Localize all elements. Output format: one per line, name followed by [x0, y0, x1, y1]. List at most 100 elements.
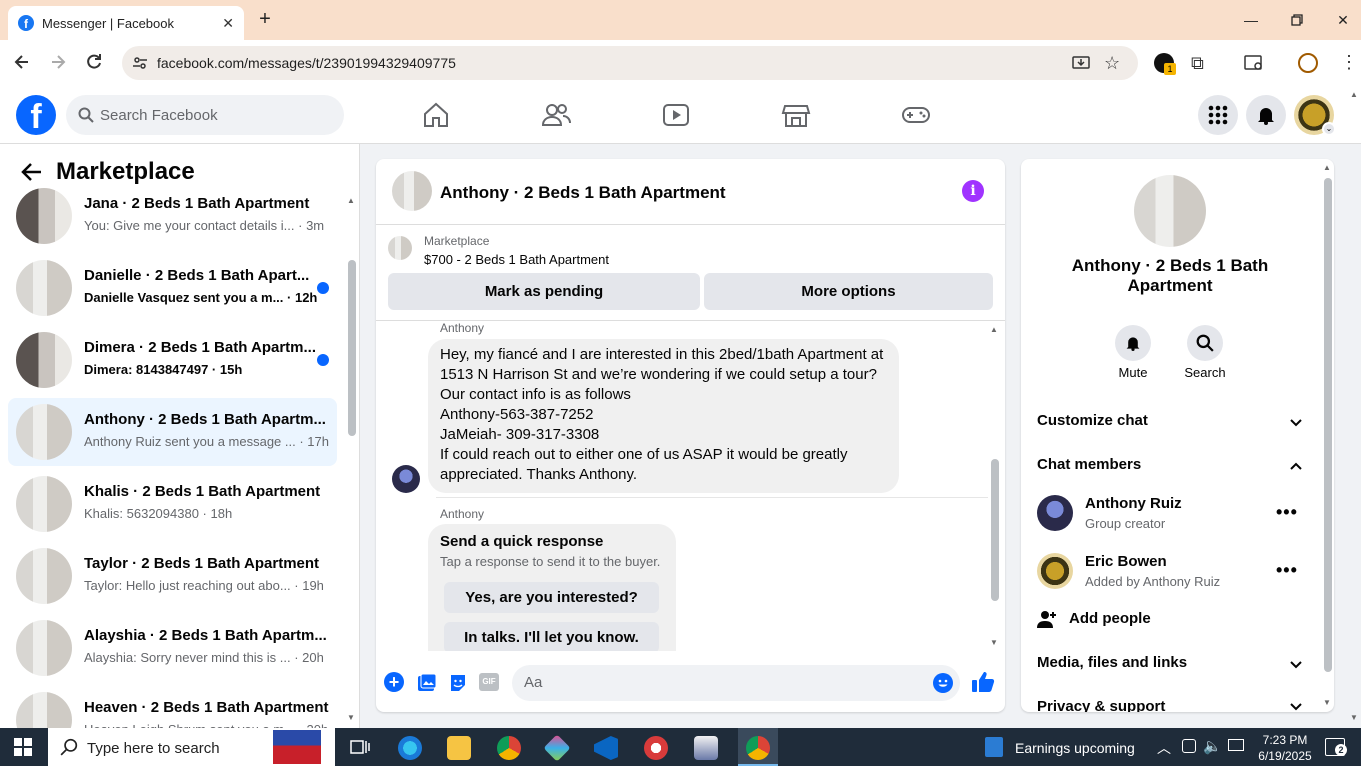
- page-scroll-up-icon[interactable]: ▲: [1350, 90, 1358, 99]
- quick-reply-button[interactable]: Yes, are you interested?: [444, 582, 659, 613]
- gaming-icon[interactable]: [901, 100, 931, 130]
- member-avatar[interactable]: [1037, 553, 1073, 589]
- conversation-item[interactable]: Danielle · 2 Beds 1 Bath Apart... Daniell…: [8, 254, 337, 322]
- more-options-button[interactable]: More options: [704, 273, 993, 310]
- marketplace-icon[interactable]: [781, 100, 811, 130]
- chat-title[interactable]: Anthony · 2 Beds 1 Bath Apartment: [440, 183, 726, 203]
- quick-reply-button[interactable]: In talks. I'll let you know.: [444, 622, 659, 653]
- file-explorer-icon[interactable]: [447, 736, 471, 760]
- back-icon[interactable]: [12, 52, 32, 72]
- menu-grid-icon[interactable]: [1198, 95, 1238, 135]
- profile-icon[interactable]: [1298, 53, 1318, 73]
- new-tab-icon[interactable]: +: [254, 8, 276, 30]
- network-icon[interactable]: [1228, 739, 1244, 751]
- browser-tab[interactable]: f Messenger | Facebook ✕: [8, 6, 244, 40]
- chrome-app-icon[interactable]: [497, 736, 521, 760]
- minimize-icon[interactable]: —: [1239, 8, 1263, 32]
- bookmark-star-icon[interactable]: ☆: [1104, 53, 1120, 74]
- listing-price-title[interactable]: $700 - 2 Beds 1 Bath Apartment: [424, 252, 609, 267]
- add-people-button[interactable]: Add people: [1069, 610, 1151, 627]
- home-icon[interactable]: [421, 100, 451, 130]
- conversation-item[interactable]: Anthony · 2 Beds 1 Bath Apartm... Anthony…: [8, 398, 337, 466]
- member-more-icon[interactable]: •••: [1276, 502, 1298, 523]
- details-scrollbar[interactable]: [1324, 178, 1332, 672]
- gif-icon[interactable]: GIF: [479, 673, 499, 691]
- member-name[interactable]: Anthony Ruiz: [1085, 495, 1182, 512]
- info-icon[interactable]: i: [962, 180, 984, 202]
- member-more-icon[interactable]: •••: [1276, 560, 1298, 581]
- sidebar-scrollbar[interactable]: [348, 260, 356, 436]
- facebook-logo-icon[interactable]: f: [16, 95, 56, 135]
- chat-scrollbar[interactable]: [991, 459, 999, 601]
- chat-members-section[interactable]: Chat members: [1037, 456, 1141, 473]
- chrome-active-taskbar-item[interactable]: [738, 728, 778, 766]
- search-highlight-image[interactable]: [273, 730, 321, 764]
- windows-start-icon[interactable]: [14, 738, 32, 756]
- taskbar-clock[interactable]: 7:23 PM 6/19/2025: [1250, 732, 1320, 764]
- task-view-icon[interactable]: [350, 738, 370, 756]
- sidebar-scroll-down-icon[interactable]: ▼: [347, 713, 355, 722]
- notifications-bell-icon[interactable]: [1246, 95, 1286, 135]
- browser-menu-icon[interactable]: ⋮: [1340, 52, 1358, 72]
- chevron-down-icon[interactable]: [1288, 698, 1304, 712]
- edge-icon[interactable]: [398, 736, 422, 760]
- close-tab-icon[interactable]: ✕: [222, 15, 234, 32]
- member-name[interactable]: Eric Bowen: [1085, 553, 1167, 570]
- chat-scroll-up-icon[interactable]: ▲: [990, 325, 998, 334]
- close-window-icon[interactable]: ✕: [1331, 8, 1355, 32]
- add-person-icon[interactable]: [1037, 609, 1057, 629]
- listing-thumbnail[interactable]: [388, 236, 412, 260]
- media-files-section[interactable]: Media, files and links: [1037, 654, 1187, 671]
- video-icon[interactable]: [661, 100, 691, 130]
- news-widget-icon[interactable]: [985, 737, 1003, 757]
- search-chat-button[interactable]: [1187, 325, 1223, 361]
- conversation-item[interactable]: Jana · 2 Beds 1 Bath Apartment You: Give …: [8, 182, 337, 250]
- chevron-up-icon[interactable]: [1288, 458, 1304, 474]
- chevron-down-icon[interactable]: [1288, 414, 1304, 430]
- details-scroll-up-icon[interactable]: ▲: [1323, 163, 1331, 172]
- meet-now-icon[interactable]: [1182, 739, 1196, 753]
- reload-icon[interactable]: [84, 52, 104, 72]
- friends-icon[interactable]: [541, 100, 571, 130]
- account-chevron-icon[interactable]: ⌄: [1322, 122, 1336, 136]
- taskbar-search-box[interactable]: Type here to search: [48, 728, 335, 766]
- conversation-item[interactable]: Dimera · 2 Beds 1 Bath Apartm... Dimera: …: [8, 326, 337, 394]
- sticker-icon[interactable]: [448, 673, 468, 693]
- news-widget-text[interactable]: Earnings upcoming: [1015, 740, 1135, 756]
- conversation-item[interactable]: Khalis · 2 Beds 1 Bath Apartment Khalis: …: [8, 470, 337, 538]
- mute-button[interactable]: [1115, 325, 1151, 361]
- site-info-icon[interactable]: [132, 55, 148, 71]
- forward-icon[interactable]: [48, 52, 68, 72]
- conversation-item[interactable]: Alayshia · 2 Beds 1 Bath Apartm... Alaysh…: [8, 614, 337, 682]
- facebook-search-input[interactable]: Search Facebook: [66, 95, 344, 135]
- sidebar-scroll-up-icon[interactable]: ▲: [347, 196, 355, 205]
- privacy-support-section[interactable]: Privacy & support: [1037, 698, 1165, 712]
- chat-header-avatar[interactable]: [392, 171, 432, 211]
- extension-icon[interactable]: 1: [1154, 53, 1176, 75]
- app-icon[interactable]: [694, 736, 718, 760]
- extensions-puzzle-icon[interactable]: ⧉: [1191, 53, 1204, 74]
- page-scroll-down-icon[interactable]: ▼: [1350, 713, 1358, 722]
- volume-icon[interactable]: 🔈: [1203, 737, 1222, 755]
- chevron-down-icon[interactable]: [1288, 656, 1304, 672]
- details-scroll-down-icon[interactable]: ▼: [1323, 698, 1331, 707]
- mark-as-pending-button[interactable]: Mark as pending: [388, 273, 700, 310]
- address-bar[interactable]: facebook.com/messages/t/2390199432940977…: [122, 46, 1138, 80]
- maximize-icon[interactable]: [1285, 8, 1309, 32]
- back-arrow-icon[interactable]: [20, 160, 44, 184]
- photo-icon[interactable]: [417, 673, 437, 693]
- customize-chat-section[interactable]: Customize chat: [1037, 412, 1148, 429]
- app-icon[interactable]: [644, 736, 668, 760]
- chat-scroll-down-icon[interactable]: ▼: [990, 638, 998, 647]
- install-app-icon[interactable]: [1072, 54, 1090, 72]
- message-input[interactable]: Aa: [512, 665, 960, 701]
- notification-center-icon[interactable]: 2: [1325, 738, 1347, 756]
- member-avatar[interactable]: [1037, 495, 1073, 531]
- conversation-item[interactable]: Taylor · 2 Beds 1 Bath Apartment Taylor: …: [8, 542, 337, 610]
- emoji-icon[interactable]: [933, 673, 953, 693]
- sender-avatar[interactable]: [392, 465, 420, 493]
- like-thumbs-up-icon[interactable]: [971, 670, 995, 694]
- tab-search-icon[interactable]: [1244, 54, 1264, 72]
- tray-chevron-icon[interactable]: ︿: [1157, 738, 1171, 758]
- add-attachment-icon[interactable]: +: [384, 672, 404, 692]
